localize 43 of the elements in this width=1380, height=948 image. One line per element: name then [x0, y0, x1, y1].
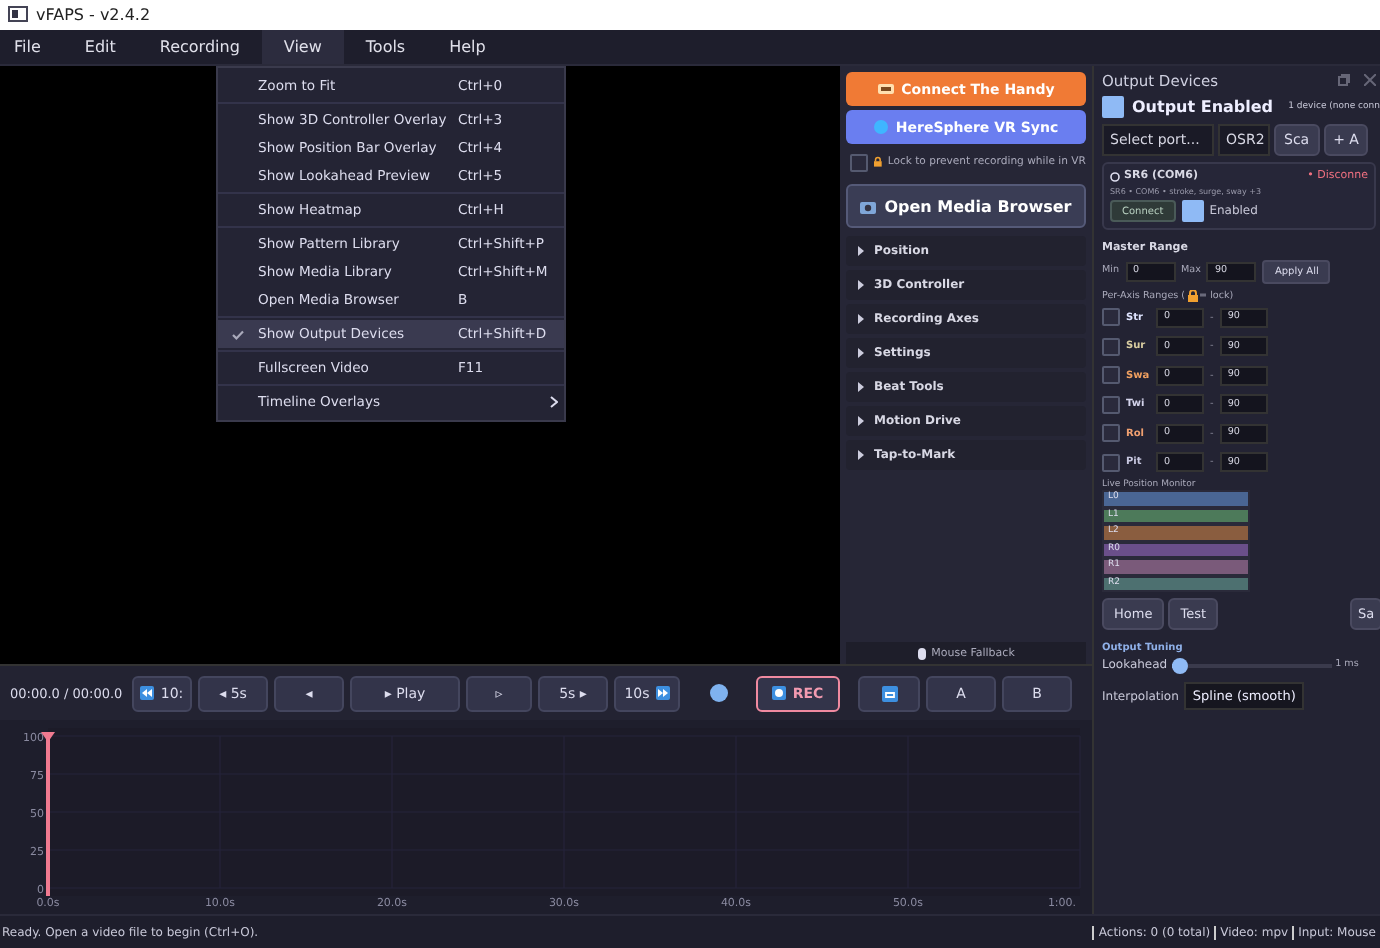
- camera-icon: [860, 199, 877, 214]
- record-icon: [772, 686, 787, 701]
- indicator-dot-icon: [709, 684, 727, 703]
- menu-item[interactable]: Edit: [62, 29, 138, 65]
- expand-triangle-icon: [856, 246, 866, 257]
- menu-item[interactable]: File: [0, 29, 63, 65]
- window-title: vFAPS - v2.4.2: [36, 5, 151, 24]
- expand-triangle-icon: [856, 450, 866, 461]
- device-icon: [877, 82, 894, 97]
- menu-item[interactable]: Help: [427, 29, 508, 65]
- axis-lock-checkbox[interactable]: [1102, 395, 1120, 414]
- menu-item[interactable]: View: [261, 29, 344, 65]
- expand-triangle-icon: [856, 416, 866, 427]
- media-browser-button[interactable]: Open Media Browser: [846, 184, 1086, 229]
- expand-triangle-icon: [856, 280, 866, 291]
- output-enabled-label: Output Enabled: [1132, 98, 1274, 117]
- circle-icon: [1110, 171, 1120, 182]
- axis-lock-checkbox[interactable]: [1102, 308, 1120, 327]
- lock-checkbox[interactable]: [850, 153, 868, 172]
- float-icon: [1338, 74, 1350, 87]
- axis-lock-checkbox[interactable]: [1102, 424, 1120, 443]
- menu-item[interactable]: Recording: [137, 29, 262, 65]
- playhead-marker[interactable]: [41, 732, 55, 897]
- slider-handle[interactable]: [1171, 657, 1188, 674]
- axis-lock-checkbox[interactable]: [1102, 366, 1120, 385]
- rewind-icon: [140, 686, 155, 701]
- window-icon: [8, 6, 28, 23]
- expand-triangle-icon: [856, 314, 866, 325]
- output-enabled-checkbox[interactable]: [1102, 96, 1124, 119]
- expand-triangle-icon: [856, 348, 866, 359]
- mouse-icon: [917, 647, 926, 660]
- lock-icon: [874, 156, 882, 169]
- circle-icon: [873, 120, 888, 135]
- menu-item[interactable]: Tools: [343, 29, 428, 65]
- expand-triangle-icon: [856, 382, 866, 393]
- axis-lock-checkbox[interactable]: [1102, 453, 1120, 472]
- lock-icon: [1187, 290, 1198, 303]
- device-enabled-checkbox[interactable]: [1181, 200, 1204, 223]
- axis-lock-checkbox[interactable]: [1102, 337, 1120, 356]
- loop-icon: [881, 685, 897, 702]
- fast-forward-icon: [655, 686, 670, 701]
- close-icon: [1364, 74, 1376, 87]
- loop-button[interactable]: [858, 675, 920, 712]
